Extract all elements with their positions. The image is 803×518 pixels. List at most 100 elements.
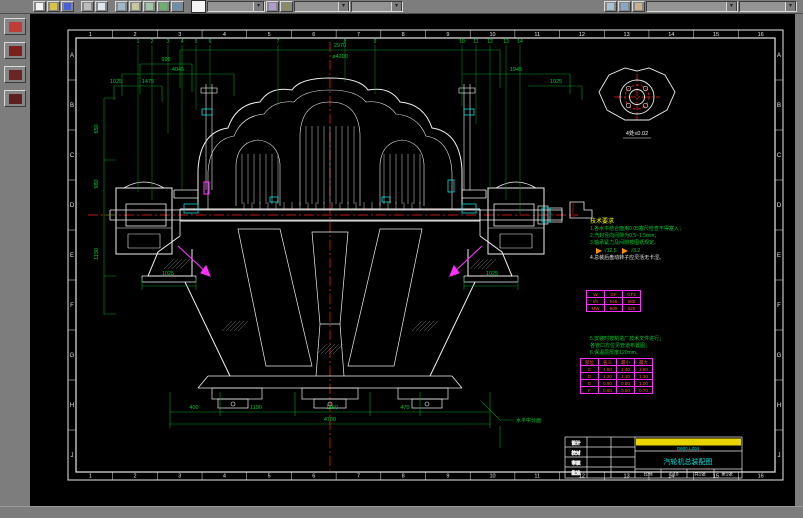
table-cell: 0.70 <box>635 387 653 394</box>
zone-letter: A <box>70 53 74 59</box>
layer-combo[interactable]: ▾ <box>207 1 265 12</box>
zone-number: 16 <box>758 474 764 480</box>
modify-tool-icon <box>9 70 22 80</box>
new-file-button[interactable] <box>33 1 46 12</box>
sheet-count: 共1张 <box>694 471 706 478</box>
font-combo[interactable]: ▾ <box>739 1 797 12</box>
table-cell: 最小 <box>617 359 635 366</box>
hatch-line <box>333 344 343 354</box>
cut-button[interactable] <box>115 1 128 12</box>
table-cell: 1.20 <box>599 373 617 380</box>
item-number: 11 <box>473 39 478 45</box>
zone-letter: D <box>777 203 782 209</box>
zone-number: 8 <box>402 474 405 480</box>
blade-stage-lines <box>242 126 420 209</box>
item-number: 4 <box>181 39 184 45</box>
dimension-label: 4700 <box>324 417 336 423</box>
table-cell: 620 <box>623 305 641 312</box>
dimension-label: 1025 <box>110 79 122 85</box>
note-line: 6.保温层厚度120mm。 <box>590 350 740 357</box>
draw-tool-button[interactable] <box>4 42 26 59</box>
table-cell: 600 <box>605 305 623 312</box>
right-panel <box>795 14 803 506</box>
zone-number: 11 <box>534 32 540 38</box>
titleblock-cell: 批准 <box>572 470 581 477</box>
zone-number: 13 <box>624 474 630 480</box>
style-combo[interactable]: ▾ <box>646 1 738 12</box>
note-line: 3.轴承紧力及间隙按图纸规定。 <box>590 240 740 247</box>
hatch-line <box>172 259 182 269</box>
zoom-window-button[interactable] <box>604 1 617 12</box>
zone-letter: E <box>70 253 74 259</box>
table-cell: 名义 <box>599 359 617 366</box>
titleblock-cell: 审核 <box>572 460 581 467</box>
zone-number: 10 <box>489 32 495 38</box>
table-cell: C <box>581 366 599 373</box>
notes-lines: 1.各水平结合面用0.05塞尺检查不得塞入；2.汽封径向间隙为0.5~1.5mm… <box>590 226 740 247</box>
item-number: 1 <box>137 39 140 45</box>
paste-button[interactable] <box>143 1 156 12</box>
zone-letter: J <box>71 453 74 459</box>
zone-letter: A <box>777 53 781 59</box>
zone-number: 5 <box>268 474 271 480</box>
finish-value: √12.5 <box>604 248 616 255</box>
table-cell: 1.10 <box>617 373 635 380</box>
table-cell: GF <box>605 291 623 298</box>
undo-button[interactable] <box>157 1 170 12</box>
zone-number: 16 <box>758 32 764 38</box>
select-tool-button[interactable] <box>4 18 26 35</box>
status-bar <box>0 506 803 518</box>
zone-number: 11 <box>534 474 540 480</box>
open-file-button[interactable] <box>47 1 60 12</box>
zone-number: 1 <box>89 474 92 480</box>
clearance-table: 部位名义最小最大C1.501.401.60D1.201.101.30E0.900… <box>580 358 653 394</box>
zone-number: 4 <box>223 32 226 38</box>
drawing-canvas[interactable]: AABBCCDDEEFFGGHHJJ1122334455667788991010… <box>30 14 795 506</box>
modify-tool-button[interactable] <box>4 66 26 83</box>
print-button[interactable] <box>81 1 94 12</box>
table-cell: 1.40 <box>617 366 635 373</box>
zone-number: 9 <box>446 32 449 38</box>
table-cell: 0.50 <box>617 387 635 394</box>
layer-manager-button[interactable] <box>266 1 279 12</box>
notes-title: 技术要求 <box>590 218 740 226</box>
color-swatch-button[interactable] <box>191 0 206 13</box>
hatch-line <box>486 259 496 269</box>
save-file-button[interactable] <box>61 1 74 12</box>
titleblock-cell: 校对 <box>572 450 581 457</box>
table-row: F0.600.500.70 <box>581 387 653 394</box>
zone-letter: B <box>777 103 781 109</box>
titleblock-cell: 设计 <box>572 440 581 447</box>
notes-lines: 5.安装时按制造厂技术文件进行；各管口方位见管道布置图；6.保温层厚度120mm… <box>590 336 740 357</box>
sheet-number: 第1张 <box>721 471 733 478</box>
zone-number: 10 <box>489 474 495 480</box>
zone-letter: J <box>778 453 781 459</box>
layers-icon <box>269 3 276 10</box>
scissors-icon <box>118 3 125 10</box>
finish-value: √3.2 <box>630 248 640 255</box>
hatch-line <box>424 321 434 331</box>
layer-previous-button[interactable] <box>280 1 293 12</box>
zoom-extents-button[interactable] <box>618 1 631 12</box>
pan-button[interactable] <box>632 1 645 12</box>
drawing-number: D600.LZ04 <box>677 446 700 451</box>
color-combo[interactable]: ▾ <box>294 1 350 12</box>
print-preview-button[interactable] <box>95 1 108 12</box>
dimension-label: 980 <box>94 179 100 188</box>
dimension-tool-button[interactable] <box>4 90 26 107</box>
scale-label: 比例 <box>644 471 653 478</box>
table-cell: F <box>581 387 599 394</box>
table-cell: 1.00 <box>635 380 653 387</box>
hatch-line <box>234 321 244 331</box>
linetype-combo[interactable]: ▾ <box>351 1 403 12</box>
installation-notes: 5.安装时按制造厂技术文件进行；各管口方位见管道布置图；6.保温层厚度120mm… <box>590 336 740 357</box>
zone-number: 7 <box>357 474 360 480</box>
item-number: 10 <box>459 39 465 45</box>
item-number: 7 <box>277 39 280 45</box>
redo-button[interactable] <box>171 1 184 12</box>
titleblock-signature-rows: 设计校对审核批准 <box>572 440 581 477</box>
table-row: t/h545585 <box>587 298 641 305</box>
dimension-label: 1025 <box>550 79 562 85</box>
copy-button[interactable] <box>129 1 142 12</box>
hatch-line <box>222 321 232 331</box>
